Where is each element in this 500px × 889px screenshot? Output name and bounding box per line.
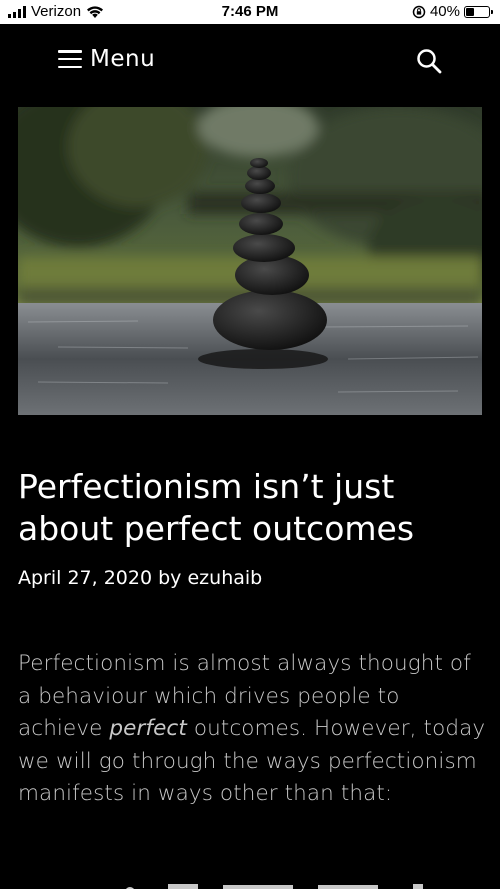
status-bar: Verizon 7:46 PM 40% xyxy=(0,0,500,24)
next-content-cut-off xyxy=(18,872,488,889)
post-intro-paragraph: Perfectionism is almost always thought o… xyxy=(18,648,486,811)
stacked-stones-image xyxy=(18,107,482,415)
site-header: Menu xyxy=(0,24,500,100)
post-date[interactable]: April 27, 2020 xyxy=(18,567,152,589)
post-meta: April 27, 2020 by ezuhaib xyxy=(18,567,262,589)
battery-percent: 40% xyxy=(429,3,460,20)
post-title: Perfectionism isn’t just about perfect o… xyxy=(18,466,488,550)
battery-icon xyxy=(464,5,493,18)
post-title-line2: about perfect outcomes xyxy=(18,509,415,548)
hamburger-icon xyxy=(58,50,82,68)
menu-button[interactable]: Menu xyxy=(58,46,155,72)
search-icon[interactable] xyxy=(416,48,442,74)
post-title-line1: Perfectionism isn’t just xyxy=(18,467,395,506)
status-right: 40% xyxy=(412,3,493,20)
paragraph-emphasis: perfect xyxy=(109,716,187,741)
post-author[interactable]: ezuhaib xyxy=(187,567,262,589)
featured-image xyxy=(18,107,482,415)
byline-by: by xyxy=(158,567,182,589)
orientation-lock-icon xyxy=(412,5,426,18)
menu-label: Menu xyxy=(90,46,156,72)
